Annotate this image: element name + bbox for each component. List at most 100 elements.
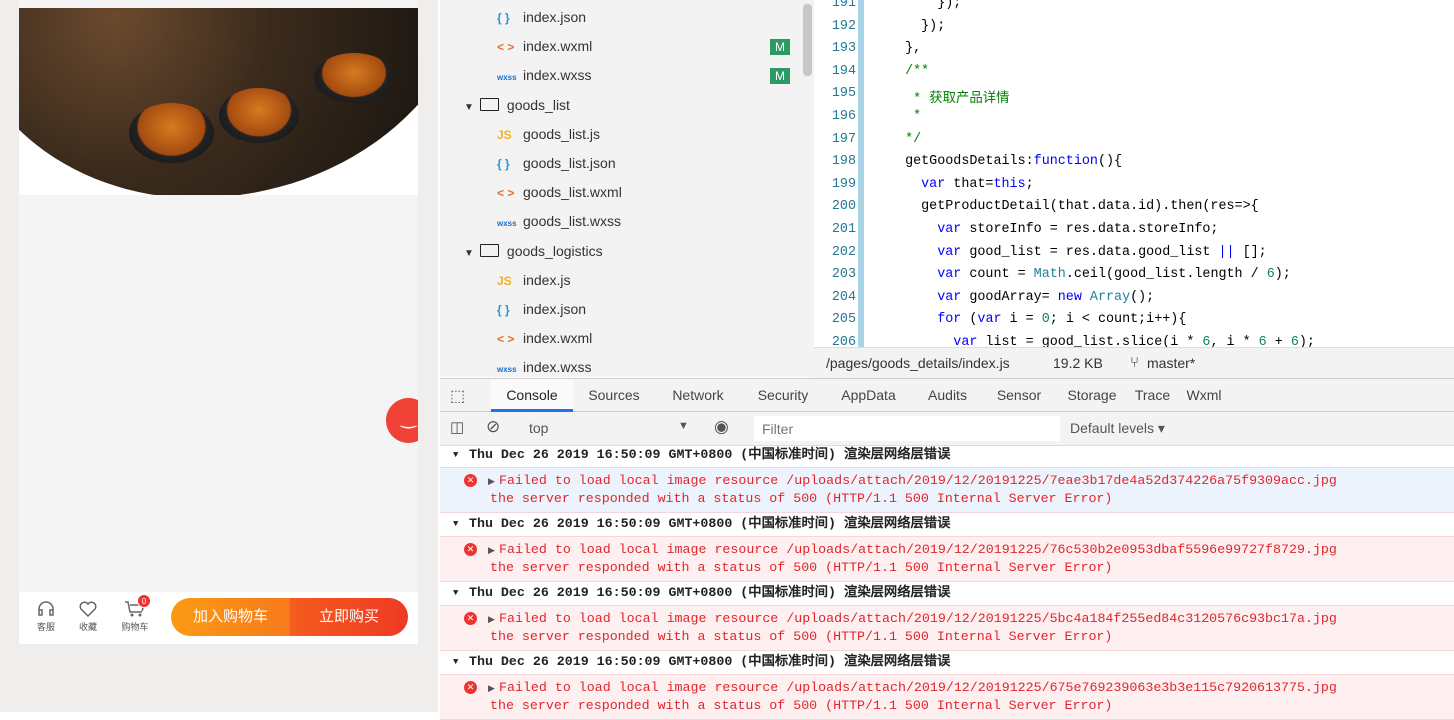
code-token: ( xyxy=(961,312,978,328)
log-group-header[interactable]: ▼ Thu Dec 26 2019 16:50:09 GMT+0800 (中国标准… xyxy=(440,653,1454,673)
file-tree-item[interactable]: ▼ goods_logistics xyxy=(440,237,800,266)
wxml-file-icon: < > xyxy=(497,40,515,55)
tab-audits[interactable]: Audits xyxy=(912,379,983,412)
code-line[interactable]: */ xyxy=(889,132,921,147)
cart-button[interactable]: 0 购物车 xyxy=(115,594,155,633)
add-to-cart-button[interactable]: 加入购物车 xyxy=(171,598,290,636)
code-token: .ceil(good_list.length / xyxy=(1065,267,1267,283)
tab-appdata[interactable]: AppData xyxy=(825,379,912,412)
expand-arrow-icon[interactable]: ▶ xyxy=(488,473,495,491)
file-tree-item[interactable]: wxss index.wxss xyxy=(440,353,800,377)
eye-icon[interactable]: ◉ xyxy=(714,417,729,437)
code-line[interactable]: }); xyxy=(889,19,945,34)
tab-sensor[interactable]: Sensor xyxy=(983,379,1055,412)
error-line-1: Failed to load local image resource /upl… xyxy=(499,611,1337,626)
code-line[interactable]: }, xyxy=(889,41,921,56)
log-group-header[interactable]: ▼ Thu Dec 26 2019 16:50:09 GMT+0800 (中国标准… xyxy=(440,446,1454,466)
file-name: index.wxss xyxy=(523,67,592,84)
context-select[interactable]: top xyxy=(529,420,548,436)
file-tree-item[interactable]: wxss index.wxss M xyxy=(440,61,800,90)
code-line[interactable]: var good_list = res.data.good_list || []… xyxy=(889,245,1267,260)
file-tree-item[interactable]: < > index.wxml xyxy=(440,324,800,353)
code-token: (){ xyxy=(1097,154,1123,170)
git-branch[interactable]: master* xyxy=(1147,348,1195,378)
code-token: 6 xyxy=(1290,335,1299,347)
chevron-down-icon[interactable]: ▼ xyxy=(678,420,689,432)
file-name: index.wxml xyxy=(523,38,593,55)
tab-sources[interactable]: Sources xyxy=(573,379,655,412)
code-line[interactable]: getProductDetail(that.data.id).then(res=… xyxy=(889,199,1259,214)
error-message[interactable]: ✕ ▶ Failed to load local image resource /u… xyxy=(440,536,1454,582)
tab-trace[interactable]: Trace xyxy=(1129,379,1176,412)
log-group-header[interactable]: ▼ Thu Dec 26 2019 16:50:09 GMT+0800 (中国标准… xyxy=(440,515,1454,535)
chevron-down-icon[interactable]: ▼ xyxy=(453,653,458,671)
chevron-down-icon[interactable]: ▼ xyxy=(464,102,474,113)
log-levels-dropdown[interactable]: Default levels ▾ xyxy=(1070,420,1165,437)
code-token: }); xyxy=(889,18,946,34)
code-line[interactable]: getGoodsDetails:function(){ xyxy=(889,154,1122,169)
file-tree-item[interactable]: wxss goods_list.wxss xyxy=(440,207,800,236)
file-tree-item[interactable]: { } index.json xyxy=(440,295,800,324)
error-line-2: the server responded with a status of 50… xyxy=(490,560,1113,575)
product-image[interactable] xyxy=(19,8,418,195)
cart-count-badge: 0 xyxy=(137,594,151,608)
code-line[interactable]: }); xyxy=(889,0,961,11)
code-line[interactable]: * xyxy=(889,109,921,124)
sidebar-toggle-icon[interactable]: ◫ xyxy=(450,418,464,436)
tab-network[interactable]: Network xyxy=(655,379,741,412)
tab-storage[interactable]: Storage xyxy=(1055,379,1129,412)
log-levels-label: Default levels xyxy=(1070,420,1155,436)
chevron-down-icon[interactable]: ▼ xyxy=(453,584,458,602)
code-line[interactable]: /** xyxy=(889,64,929,79)
line-number: 193 xyxy=(831,41,856,57)
tab-console[interactable]: Console xyxy=(491,379,573,412)
error-message[interactable]: ✕ ▶ Failed to load local image resource /u… xyxy=(440,605,1454,651)
file-name: goods_list.wxml xyxy=(523,184,622,201)
expand-arrow-icon[interactable]: ▶ xyxy=(488,542,495,560)
tab-security[interactable]: Security xyxy=(741,379,825,412)
filter-input[interactable] xyxy=(754,416,1060,441)
file-tree-item[interactable]: { } index.json xyxy=(440,3,800,32)
console-output: ▼ Thu Dec 26 2019 16:50:09 GMT+0800 (中国标准… xyxy=(440,446,1454,720)
file-tree-item[interactable]: < > index.wxml M xyxy=(440,32,800,61)
error-message[interactable]: ✕ ▶ Failed to load local image resource /u… xyxy=(440,467,1454,513)
error-message[interactable]: ✕ ▶ Failed to load local image resource /u… xyxy=(440,674,1454,720)
file-tree-item[interactable]: JS index.js xyxy=(440,266,800,295)
code-line[interactable]: var goodArray= new Array(); xyxy=(889,290,1154,305)
line-number: 197 xyxy=(831,131,856,147)
service-button[interactable]: 客服 xyxy=(26,600,66,633)
line-number: 204 xyxy=(831,289,856,305)
error-line-2: the server responded with a status of 50… xyxy=(490,629,1113,644)
devtools-tabs: ⬚ Console Sources Network Security AppData Au… xyxy=(440,378,1454,412)
file-tree-item[interactable]: ▼ goods_list xyxy=(440,91,800,120)
favorite-button[interactable]: 收藏 xyxy=(68,600,108,633)
code-token: var xyxy=(889,289,962,305)
inspect-icon[interactable]: ⬚ xyxy=(450,386,465,406)
code-token: ; xyxy=(1025,176,1034,192)
chevron-down-icon[interactable]: ▼ xyxy=(453,515,458,533)
smile-icon[interactable]: ‿ xyxy=(386,398,418,443)
clear-console-icon[interactable]: ⊘ xyxy=(486,417,500,437)
expand-arrow-icon[interactable]: ▶ xyxy=(488,611,495,629)
code-line[interactable]: var count = Math.ceil(good_list.length /… xyxy=(889,267,1291,282)
error-line-1: Failed to load local image resource /upl… xyxy=(499,680,1337,695)
file-tree-item[interactable]: { } goods_list.json xyxy=(440,149,800,178)
code-line[interactable]: var storeInfo = res.data.storeInfo; xyxy=(889,222,1218,237)
file-tree-item[interactable]: < > goods_list.wxml xyxy=(440,178,800,207)
chevron-down-icon[interactable]: ▼ xyxy=(464,248,474,259)
chevron-down-icon[interactable]: ▼ xyxy=(453,446,458,464)
log-group-title: Thu Dec 26 2019 16:50:09 GMT+0800 (中国标准时… xyxy=(469,447,951,462)
code-line[interactable]: var list = good_list.slice(i * 6, i * 6 … xyxy=(889,335,1315,347)
code-line[interactable]: var that=this; xyxy=(889,177,1034,192)
file-tree-scrollbar[interactable] xyxy=(803,4,812,76)
code-editor[interactable]: 191 }); 192 }); 193 }, 194 /** 195 * 获取产品详情 1… xyxy=(814,0,1454,347)
code-line[interactable]: for (var i = 0; i < count;i++){ xyxy=(889,312,1186,327)
buy-now-button[interactable]: 立即购买 xyxy=(290,598,408,636)
log-group-header[interactable]: ▼ Thu Dec 26 2019 16:50:09 GMT+0800 (中国标准… xyxy=(440,584,1454,604)
code-token: that= xyxy=(945,176,994,192)
file-tree-item[interactable]: JS goods_list.js xyxy=(440,120,800,149)
tab-wxml[interactable]: Wxml xyxy=(1176,379,1232,412)
code-line[interactable]: * 获取产品详情 xyxy=(889,86,1009,107)
error-line-2: the server responded with a status of 50… xyxy=(490,698,1113,713)
expand-arrow-icon[interactable]: ▶ xyxy=(488,680,495,698)
